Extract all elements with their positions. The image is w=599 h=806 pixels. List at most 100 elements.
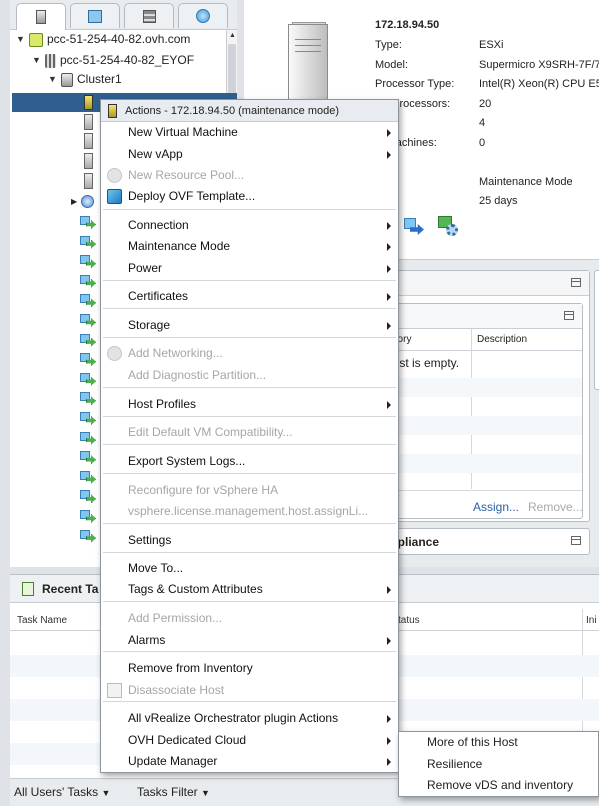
menu-item-label: Export System Logs... <box>128 454 246 468</box>
hosts-clusters-tab[interactable] <box>16 3 66 30</box>
menu-separator <box>103 651 396 652</box>
menu-item-alarms[interactable]: Alarms <box>101 630 398 651</box>
menu-separator <box>103 387 396 388</box>
virtual-machine-icon[interactable] <box>80 314 96 328</box>
virtual-machine-icon[interactable] <box>80 510 96 524</box>
virtual-machine-icon[interactable] <box>80 235 96 250</box>
menu-item-update-manager[interactable]: Update Manager <box>101 751 398 772</box>
menu-item-reconfigure-for-vsphere-ha: Reconfigure for vSphere HA <box>101 480 398 501</box>
menu-item-new-virtual-machine[interactable]: New Virtual Machine <box>101 122 398 143</box>
menu-item-storage[interactable]: Storage <box>101 315 398 336</box>
column-description[interactable]: Description <box>477 329 527 351</box>
menu-separator <box>103 209 396 210</box>
menu-item-host-profiles[interactable]: Host Profiles <box>101 394 398 415</box>
context-menu-title: Actions - 172.18.94.50 (maintenance mode… <box>125 105 340 117</box>
migrate-icon[interactable] <box>404 218 424 236</box>
submenu-arrow-icon <box>387 265 391 273</box>
menu-item-settings[interactable]: Settings <box>101 530 398 551</box>
collapse-arrow-icon[interactable]: ▼ <box>48 70 57 89</box>
menu-item-label: Update Manager <box>128 754 218 768</box>
vm-template-icon <box>88 9 102 23</box>
virtual-machine-icon[interactable] <box>80 529 96 544</box>
assign-link[interactable]: Assign... <box>473 500 519 514</box>
virtual-machine-icon[interactable] <box>80 431 96 446</box>
host-icon <box>36 10 46 24</box>
column-task-name[interactable]: Task Name <box>17 615 67 626</box>
virtual-machine-icon[interactable] <box>80 392 96 406</box>
menu-item-tags-custom-attributes[interactable]: Tags & Custom Attributes <box>101 579 398 600</box>
virtual-machine-icon[interactable] <box>80 470 96 485</box>
virtual-machine-icon[interactable] <box>80 216 96 230</box>
menu-item-add-permission: Add Permission... <box>101 608 398 629</box>
collapse-icon[interactable] <box>571 278 581 287</box>
tree-node-datacenter[interactable]: ▼ pcc-51-254-40-82_EYOF <box>32 51 194 70</box>
settings-gear-icon[interactable] <box>438 216 460 238</box>
menu-separator <box>103 280 396 281</box>
virtual-machine-icon[interactable] <box>80 451 96 465</box>
all-users-tasks-dropdown[interactable]: All Users' Tasks ▼ <box>14 785 110 799</box>
host-icon[interactable] <box>84 153 93 169</box>
virtual-machine-icon[interactable] <box>80 353 96 367</box>
resource-pool-icon[interactable] <box>81 195 94 208</box>
menu-item-deploy-ovf-template[interactable]: Deploy OVF Template... <box>101 186 398 207</box>
scroll-up-icon[interactable]: ▲ <box>229 32 236 39</box>
virtual-machine-icon[interactable] <box>80 372 96 387</box>
submenu-item-remove-vds-and-inventory[interactable]: Remove vDS and inventory <box>399 775 598 796</box>
property-label: Type: <box>375 39 402 51</box>
menu-item-label: Add Networking... <box>128 346 223 360</box>
tree-node-cluster[interactable]: ▼ Cluster1 <box>48 70 122 89</box>
menu-item-new-vapp[interactable]: New vApp <box>101 144 398 165</box>
menu-item-move-to[interactable]: Move To... <box>101 558 398 579</box>
menu-item-power[interactable]: Power <box>101 258 398 279</box>
property-value: ESXi <box>479 39 504 51</box>
menu-item-label: New Resource Pool... <box>128 168 245 182</box>
menu-item-label: Host Profiles <box>128 397 197 411</box>
collapse-icon[interactable] <box>571 536 581 545</box>
submenu-item-more-of-this-host[interactable]: More of this Host <box>399 732 598 753</box>
vms-templates-tab[interactable] <box>70 3 120 28</box>
virtual-machine-icon[interactable] <box>80 490 96 504</box>
menu-item-label: vsphere.license.management.host.assignLi… <box>128 504 369 518</box>
column-status[interactable]: tatus <box>398 615 420 626</box>
dropdown-arrow-icon: ▼ <box>201 788 210 798</box>
menu-item-label: Remove from Inventory <box>128 661 253 675</box>
submenu-arrow-icon <box>387 401 391 409</box>
host-icon[interactable] <box>84 114 93 130</box>
menu-item-certificates[interactable]: Certificates <box>101 286 398 307</box>
menu-item-ovh-dedicated-cloud[interactable]: OVH Dedicated Cloud <box>101 730 398 751</box>
networking-tab[interactable] <box>178 3 228 28</box>
host-ip-title: 172.18.94.50 <box>375 19 440 31</box>
menu-item-label: All vRealize Orchestrator plugin Actions <box>128 711 339 725</box>
submenu-arrow-icon <box>387 293 391 301</box>
collapse-arrow-icon[interactable]: ▼ <box>32 51 41 70</box>
host-icon[interactable] <box>84 133 93 149</box>
menu-item-connection[interactable]: Connection <box>101 215 398 236</box>
column-initiator[interactable]: Ini <box>586 615 597 626</box>
menu-item-remove-from-inventory[interactable]: Remove from Inventory <box>101 658 398 679</box>
submenu-item-resilience[interactable]: Resilience <box>399 754 598 775</box>
menu-item-all-vrealize-orchestrator-plugin-actions[interactable]: All vRealize Orchestrator plugin Actions <box>101 708 398 729</box>
menu-item-label: Settings <box>128 533 172 547</box>
menu-item-label: Connection <box>128 218 189 232</box>
tasks-filter-dropdown[interactable]: Tasks Filter ▼ <box>137 785 210 799</box>
virtual-machine-icon[interactable] <box>80 294 96 308</box>
menu-item-export-system-logs[interactable]: Export System Logs... <box>101 451 398 472</box>
host-actions-context-menu: Actions - 172.18.94.50 (maintenance mode… <box>100 99 399 773</box>
cluster-icon <box>61 72 73 87</box>
virtual-machine-icon[interactable] <box>80 412 96 426</box>
tree-node-vcenter[interactable]: ▼ pcc-51-254-40-82.ovh.com <box>16 30 190 49</box>
virtual-machine-icon[interactable] <box>80 274 96 289</box>
property-value: 4 <box>479 117 486 129</box>
expand-arrow-icon[interactable]: ▶ <box>71 197 77 206</box>
virtual-machine-icon[interactable] <box>80 255 96 269</box>
tree-node-label: pcc-51-254-40-82.ovh.com <box>47 32 191 46</box>
collapse-arrow-icon[interactable]: ▼ <box>16 30 25 49</box>
virtual-machine-icon[interactable] <box>80 333 96 348</box>
maintenance-host-icon <box>108 104 117 118</box>
remove-link[interactable]: Remove... <box>528 500 583 514</box>
menu-item-maintenance-mode[interactable]: Maintenance Mode <box>101 236 398 257</box>
collapse-icon[interactable] <box>564 311 574 320</box>
host-icon[interactable] <box>84 173 93 189</box>
storage-tab[interactable] <box>124 3 174 28</box>
submenu-arrow-icon <box>387 737 391 745</box>
